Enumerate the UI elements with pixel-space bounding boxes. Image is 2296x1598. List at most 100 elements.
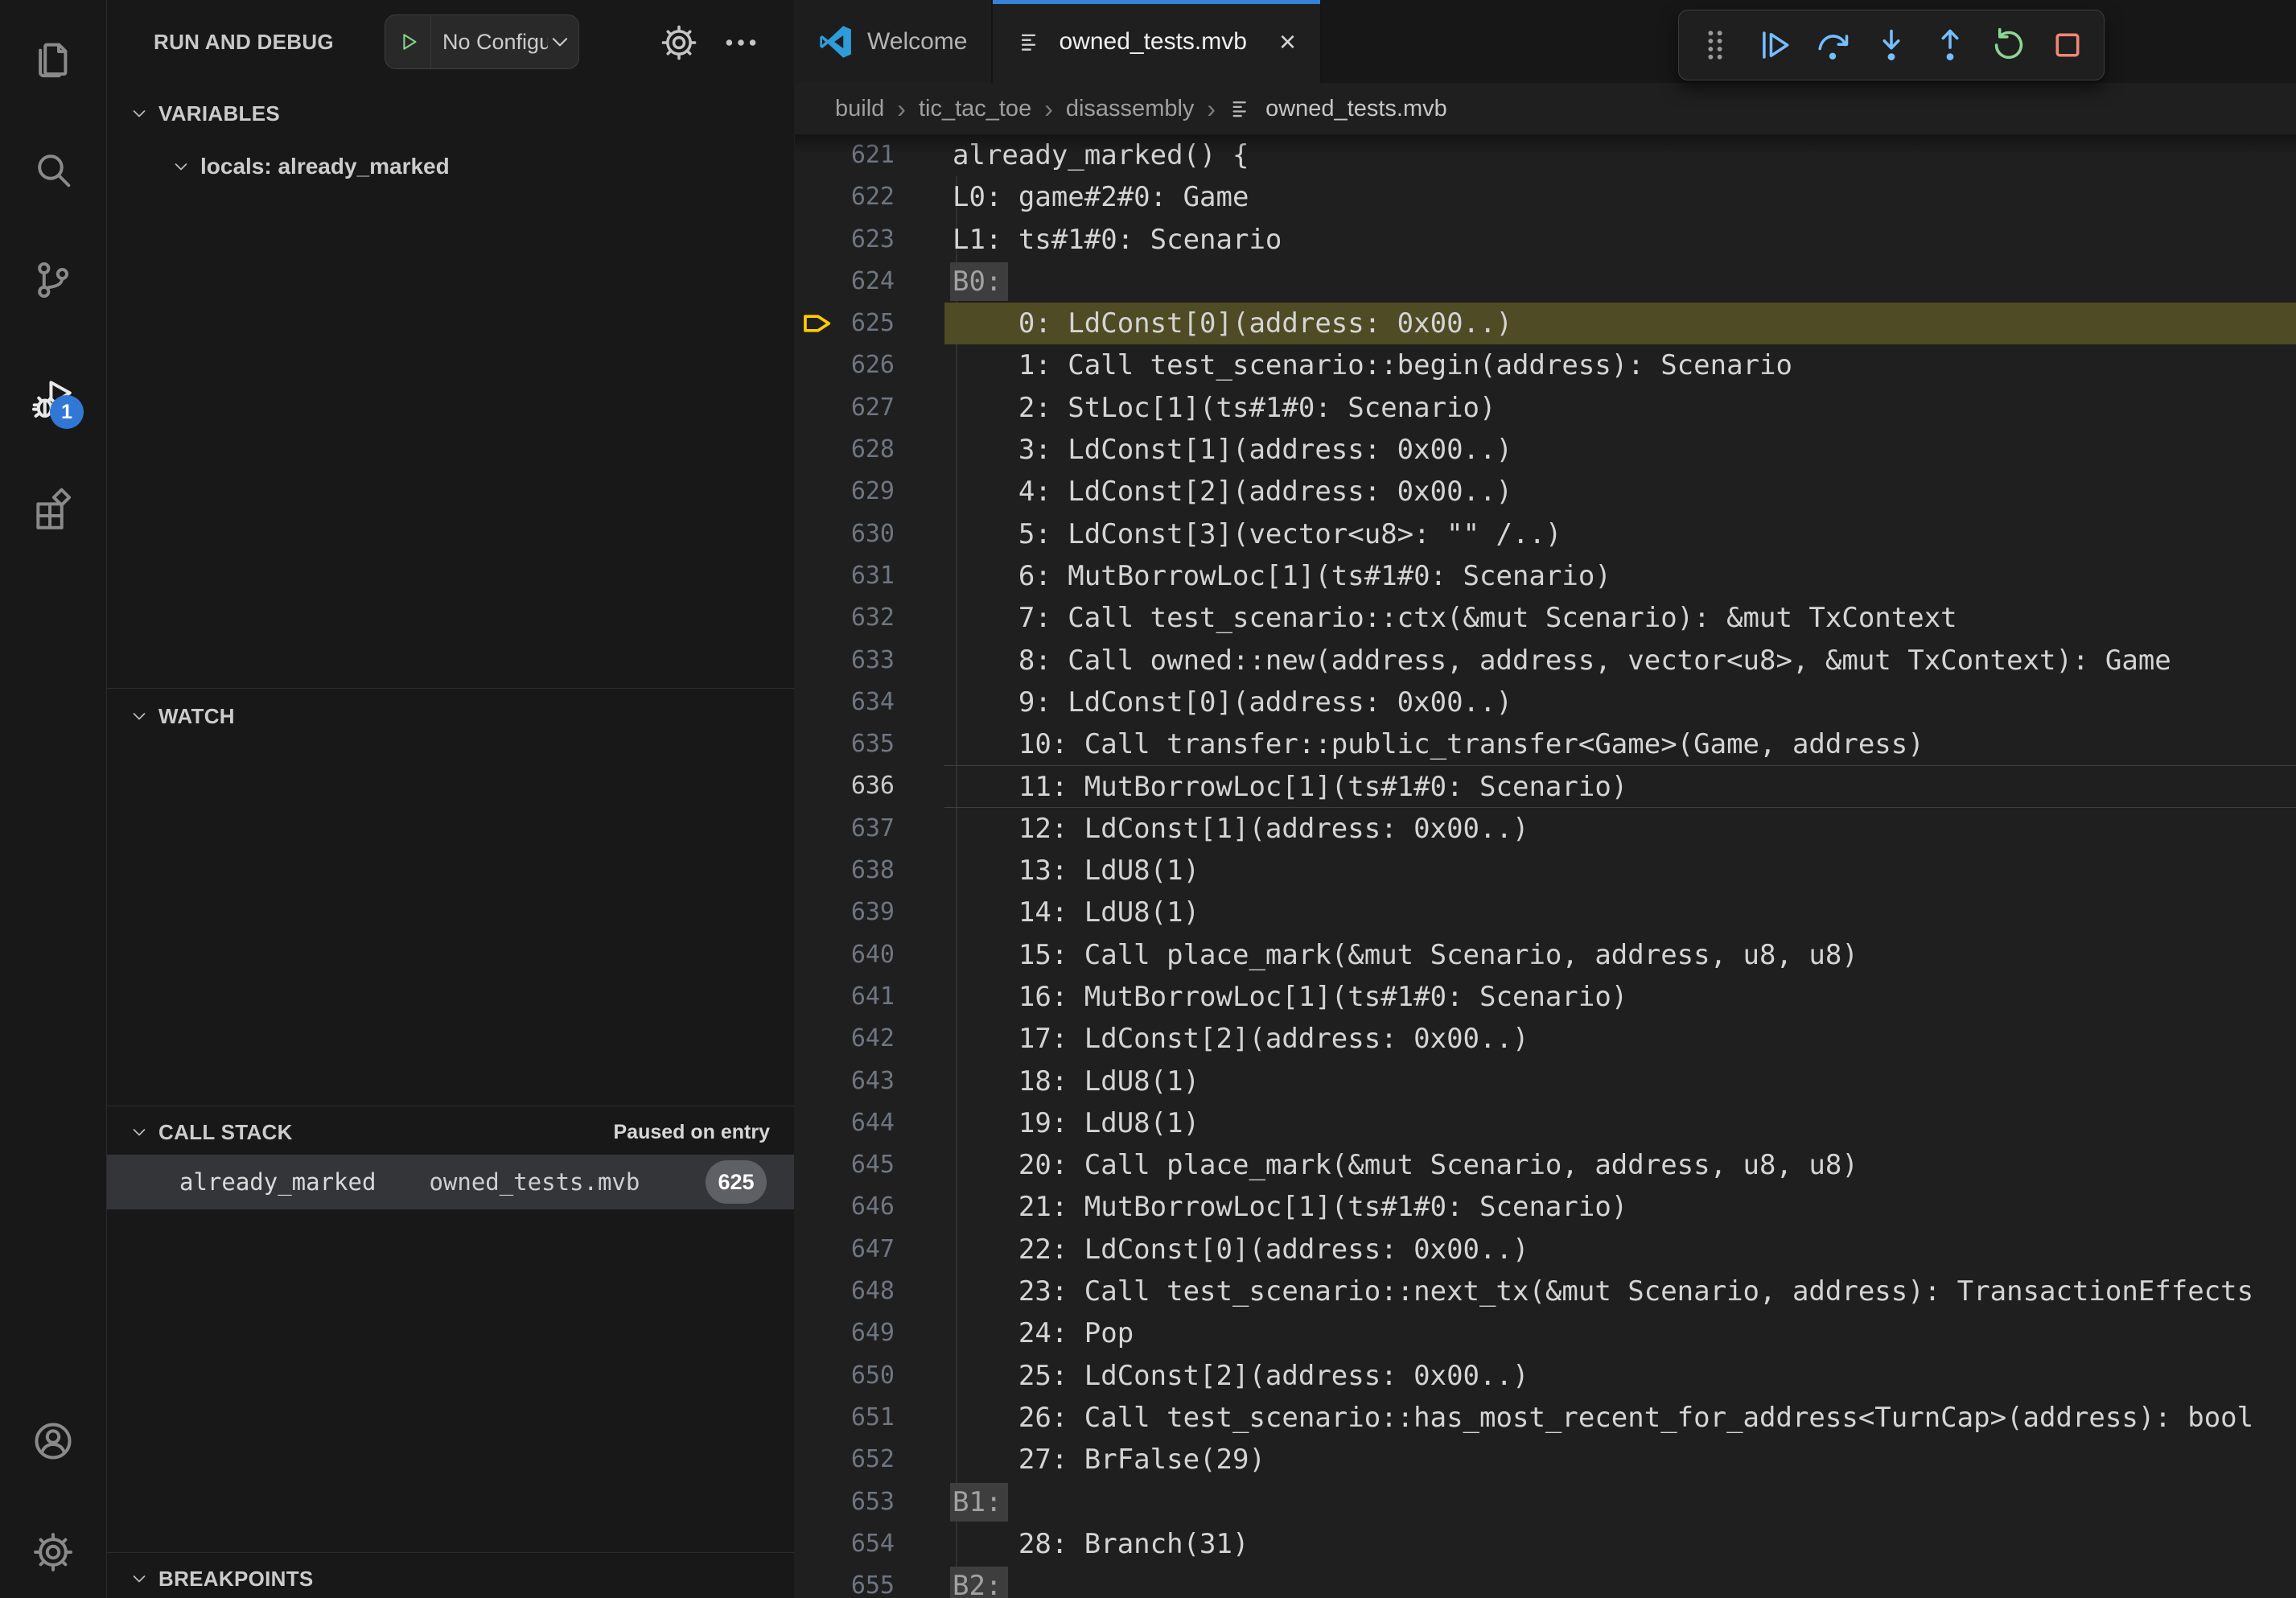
variables-header[interactable]: VARIABLES: [107, 91, 794, 136]
activity-item-run-and-debug[interactable]: 1: [31, 377, 76, 422]
code-line[interactable]: 624B0:: [795, 261, 2296, 303]
code-line[interactable]: 644 19: LdU8(1): [795, 1102, 2296, 1144]
breakpoint-gutter[interactable]: [795, 640, 840, 682]
breakpoint-gutter[interactable]: [795, 1439, 840, 1481]
breakpoint-gutter[interactable]: [795, 219, 840, 261]
breakpoint-gutter[interactable]: [795, 1018, 840, 1060]
breakpoint-gutter[interactable]: [795, 765, 840, 807]
breakpoint-gutter[interactable]: [795, 1102, 840, 1144]
call-stack-header[interactable]: CALL STACK Paused on entry: [107, 1110, 794, 1155]
breakpoint-gutter[interactable]: [795, 1355, 840, 1397]
breakpoint-gutter[interactable]: [795, 1061, 840, 1102]
breadcrumb-item-owned_tests.mvb[interactable]: owned_tests.mvb: [1265, 96, 1447, 122]
breakpoint-gutter[interactable]: [795, 261, 840, 303]
code-line[interactable]: 649 24: Pop: [795, 1312, 2296, 1354]
breadcrumb-item-build[interactable]: build: [835, 96, 884, 122]
breakpoint-gutter[interactable]: [795, 1186, 840, 1228]
debug-gear-icon[interactable]: [659, 23, 699, 63]
code-line[interactable]: 654 28: Branch(31): [795, 1523, 2296, 1565]
breakpoint-gutter[interactable]: [795, 1271, 840, 1312]
breakpoint-gutter[interactable]: [795, 471, 840, 513]
breakpoint-gutter[interactable]: [795, 387, 840, 429]
code-line[interactable]: 638 13: LdU8(1): [795, 850, 2296, 892]
code-line[interactable]: 634 9: LdConst[0](address: 0x00..): [795, 682, 2296, 723]
breakpoint-gutter[interactable]: [795, 892, 840, 933]
code-line[interactable]: 626 1: Call test_scenario::begin(address…: [795, 344, 2296, 386]
code-line[interactable]: 651 26: Call test_scenario::has_most_rec…: [795, 1397, 2296, 1439]
breakpoint-gutter[interactable]: [795, 1523, 840, 1565]
activity-item-settings[interactable]: [31, 1530, 76, 1575]
code-line[interactable]: 636 11: MutBorrowLoc[1](ts#1#0: Scenario…: [795, 765, 2296, 807]
start-debugging-button[interactable]: [385, 15, 431, 68]
code-line[interactable]: 645 20: Call place_mark(&mut Scenario, a…: [795, 1144, 2296, 1186]
activity-item-extensions[interactable]: [31, 485, 76, 530]
breakpoint-gutter[interactable]: [795, 429, 840, 471]
step-into-button[interactable]: [1871, 25, 1911, 65]
code-line[interactable]: 642 17: LdConst[2](address: 0x00..): [795, 1018, 2296, 1060]
breakpoint-gutter[interactable]: [795, 850, 840, 892]
continue-button[interactable]: [1754, 25, 1794, 65]
breakpoint-gutter[interactable]: [795, 976, 840, 1018]
views-more-actions-icon[interactable]: [721, 23, 761, 63]
code-line[interactable]: 629 4: LdConst[2](address: 0x00..): [795, 471, 2296, 513]
launch-configuration-dropdown[interactable]: No Configura: [385, 14, 579, 69]
code-line[interactable]: 621already_marked() {: [795, 134, 2296, 176]
code-line[interactable]: 631 6: MutBorrowLoc[1](ts#1#0: Scenario): [795, 555, 2296, 597]
code-line[interactable]: 635 10: Call transfer::public_transfer<G…: [795, 723, 2296, 765]
activity-item-account[interactable]: [31, 1419, 76, 1464]
code-line[interactable]: 650 25: LdConst[2](address: 0x00..): [795, 1355, 2296, 1397]
breakpoint-gutter[interactable]: [795, 934, 840, 976]
code-line[interactable]: 628 3: LdConst[1](address: 0x00..): [795, 429, 2296, 471]
code-line[interactable]: 630 5: LdConst[3](vector<u8>: "" /..): [795, 513, 2296, 555]
activity-item-source-control[interactable]: [31, 257, 76, 303]
code-line[interactable]: 623L1: ts#1#0: Scenario: [795, 219, 2296, 261]
stop-button[interactable]: [2047, 25, 2088, 65]
breakpoints-header[interactable]: BREAKPOINTS: [107, 1556, 794, 1598]
tab-welcome[interactable]: Welcome: [795, 0, 993, 83]
code-line[interactable]: 653B1:: [795, 1481, 2296, 1523]
code-line[interactable]: 652 27: BrFalse(29): [795, 1439, 2296, 1481]
code-line[interactable]: 640 15: Call place_mark(&mut Scenario, a…: [795, 934, 2296, 976]
code-line[interactable]: 647 22: LdConst[0](address: 0x00..): [795, 1229, 2296, 1271]
activity-item-search[interactable]: [31, 147, 76, 192]
breakpoint-gutter[interactable]: [795, 555, 840, 597]
breakpoint-gutter[interactable]: [795, 134, 840, 176]
breakpoint-gutter[interactable]: [795, 1565, 840, 1598]
code-line[interactable]: 622L0: game#2#0: Game: [795, 176, 2296, 218]
breakpoint-gutter[interactable]: [795, 513, 840, 555]
code-line[interactable]: 639 14: LdU8(1): [795, 892, 2296, 933]
breadcrumb-item-tic_tac_toe[interactable]: tic_tac_toe: [919, 96, 1031, 122]
locals-scope-row[interactable]: locals: already_marked: [107, 144, 794, 189]
code-line[interactable]: 648 23: Call test_scenario::next_tx(&mut…: [795, 1271, 2296, 1312]
breadcrumb-item-disassembly[interactable]: disassembly: [1066, 96, 1195, 122]
breakpoint-gutter[interactable]: [795, 682, 840, 723]
code-line[interactable]: 632 7: Call test_scenario::ctx(&mut Scen…: [795, 597, 2296, 639]
code-line[interactable]: 641 16: MutBorrowLoc[1](ts#1#0: Scenario…: [795, 976, 2296, 1018]
breakpoint-gutter[interactable]: [795, 808, 840, 850]
activity-item-explorer[interactable]: [31, 35, 76, 80]
breakpoint-gutter[interactable]: [795, 597, 840, 639]
code-line[interactable]: 646 21: MutBorrowLoc[1](ts#1#0: Scenario…: [795, 1186, 2296, 1228]
watch-header[interactable]: WATCH: [107, 694, 794, 739]
step-out-button[interactable]: [1930, 25, 1970, 65]
breakpoint-gutter[interactable]: [795, 1312, 840, 1354]
breakpoint-gutter[interactable]: [795, 1144, 840, 1186]
restart-button[interactable]: [1989, 25, 2029, 65]
stack-frame-row[interactable]: already_marked owned_tests.mvb 625: [107, 1155, 794, 1209]
code-line[interactable]: 655B2:: [795, 1565, 2296, 1598]
breakpoint-gutter[interactable]: [795, 344, 840, 386]
code-line[interactable]: 627 2: StLoc[1](ts#1#0: Scenario): [795, 387, 2296, 429]
breakpoint-gutter[interactable]: [795, 303, 840, 344]
breakpoint-gutter[interactable]: [795, 723, 840, 765]
tab-owned-tests-mvb[interactable]: owned_tests.mvb×: [993, 0, 1321, 83]
breakpoint-gutter[interactable]: [795, 1397, 840, 1439]
step-over-button[interactable]: [1813, 25, 1853, 65]
code-line[interactable]: 633 8: Call owned::new(address, address,…: [795, 640, 2296, 682]
breakpoint-gutter[interactable]: [795, 176, 840, 218]
breakpoint-gutter[interactable]: [795, 1481, 840, 1523]
code-line[interactable]: 637 12: LdConst[1](address: 0x00..): [795, 808, 2296, 850]
close-icon[interactable]: ×: [1279, 27, 1296, 56]
breakpoint-gutter[interactable]: [795, 1229, 840, 1271]
code-line[interactable]: 625 0: LdConst[0](address: 0x00..): [795, 303, 2296, 344]
code-line[interactable]: 643 18: LdU8(1): [795, 1061, 2296, 1102]
